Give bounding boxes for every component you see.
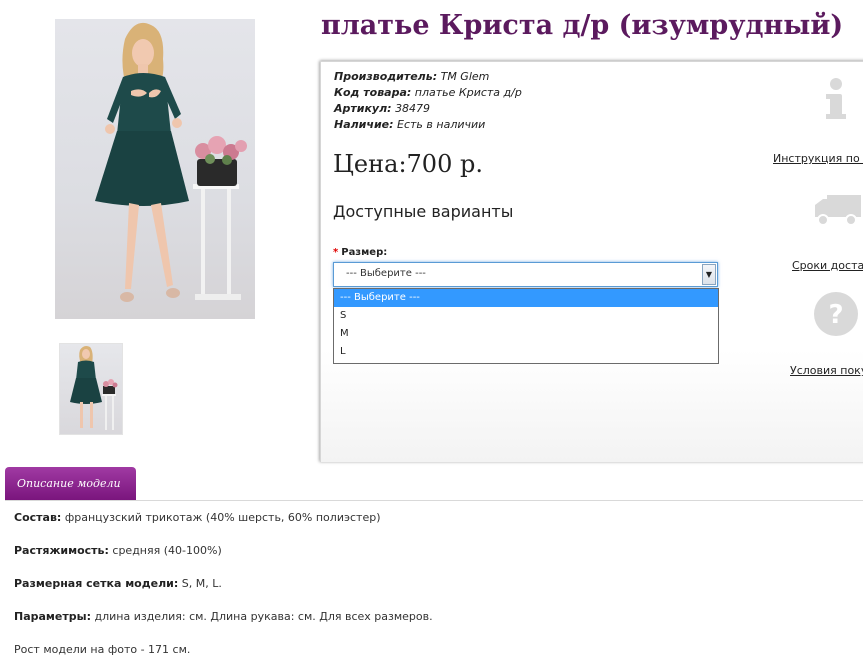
composition-row: Состав: французский трикотаж (40% шерсть… (14, 511, 433, 525)
composition-label: Состав: (14, 511, 62, 524)
available-variants-heading: Доступные варианты (333, 202, 514, 221)
tab-description-label: Описание модели (17, 477, 121, 490)
manufacturer-value: TM Glem (440, 70, 490, 83)
size-option-s[interactable]: S (334, 307, 718, 325)
product-info-panel: Производитель: TM Glem Код товара: плать… (320, 61, 863, 462)
size-option-l[interactable]: L (334, 343, 718, 361)
tab-divider (5, 500, 863, 501)
product-code-value: платье Криста д/р (414, 86, 522, 99)
stretch-label: Растяжимость: (14, 544, 109, 557)
parameters-row: Параметры: длина изделия: см. Длина рука… (14, 610, 433, 624)
product-code-row: Код товара: платье Криста д/р (334, 85, 522, 101)
instruction-link[interactable]: Инструкция по п (773, 152, 863, 165)
size-select[interactable]: --- Выберите --- ▼ (333, 262, 718, 287)
stock-row: Наличие: Есть в наличии (334, 117, 522, 133)
parameters-value: длина изделия: см. Длина рукава: см. Для… (94, 610, 433, 623)
size-grid-row: Размерная сетка модели: S, M, L. (14, 577, 433, 591)
size-label: * Размер: (333, 247, 387, 258)
parameters-label: Параметры: (14, 610, 91, 623)
required-mark: * (333, 247, 339, 258)
stock-value: Есть в наличии (397, 118, 486, 131)
size-dropdown-list: --- Выберите --- S M L (333, 288, 719, 364)
stock-label: Наличие: (334, 118, 394, 131)
size-grid-value: S, M, L. (181, 577, 222, 590)
size-option-placeholder[interactable]: --- Выберите --- (334, 289, 718, 307)
model-height-row: Рост модели на фото - 171 см. (14, 643, 191, 656)
truck-icon[interactable] (813, 184, 863, 234)
product-code-label: Код товара: (334, 86, 412, 99)
dress-photo-illustration (95, 22, 247, 302)
stretch-row: Растяжимость: средняя (40-100%) (14, 544, 433, 558)
size-label-text: Размер: (341, 247, 388, 258)
info-icon[interactable] (811, 74, 861, 124)
stretch-value: средняя (40-100%) (112, 544, 222, 557)
purchase-conditions-link[interactable]: Условия поку (790, 364, 863, 377)
size-grid-label: Размерная сетка модели: (14, 577, 179, 590)
sku-label: Артикул: (334, 102, 392, 115)
svg-text:?: ? (828, 300, 843, 330)
sku-row: Артикул: 38479 (334, 101, 522, 117)
product-description: Состав: французский трикотаж (40% шерсть… (14, 511, 433, 663)
manufacturer-row: Производитель: TM Glem (334, 69, 522, 85)
question-icon[interactable]: ? (811, 289, 861, 339)
product-price: Цена:700 р. (333, 150, 483, 178)
manufacturer-label: Производитель: (334, 70, 438, 83)
product-title: платье Криста д/р (изумрудный) (321, 10, 844, 41)
delivery-terms-link[interactable]: Сроки достав (792, 259, 863, 272)
size-select-value: --- Выберите --- (346, 268, 426, 279)
product-main-photo[interactable] (55, 19, 255, 319)
product-page: платье Криста д/р (изумрудный) Производи… (0, 0, 863, 663)
thumbnail-illustration (70, 346, 118, 430)
size-option-m[interactable]: M (334, 325, 718, 343)
product-meta: Производитель: TM Glem Код товара: плать… (334, 69, 522, 133)
composition-value: французский трикотаж (40% шерсть, 60% по… (64, 511, 381, 524)
product-thumbnail[interactable] (59, 343, 123, 435)
sku-value: 38479 (395, 102, 431, 115)
tab-description[interactable]: Описание модели (5, 467, 136, 500)
chevron-down-icon[interactable]: ▼ (702, 264, 716, 285)
